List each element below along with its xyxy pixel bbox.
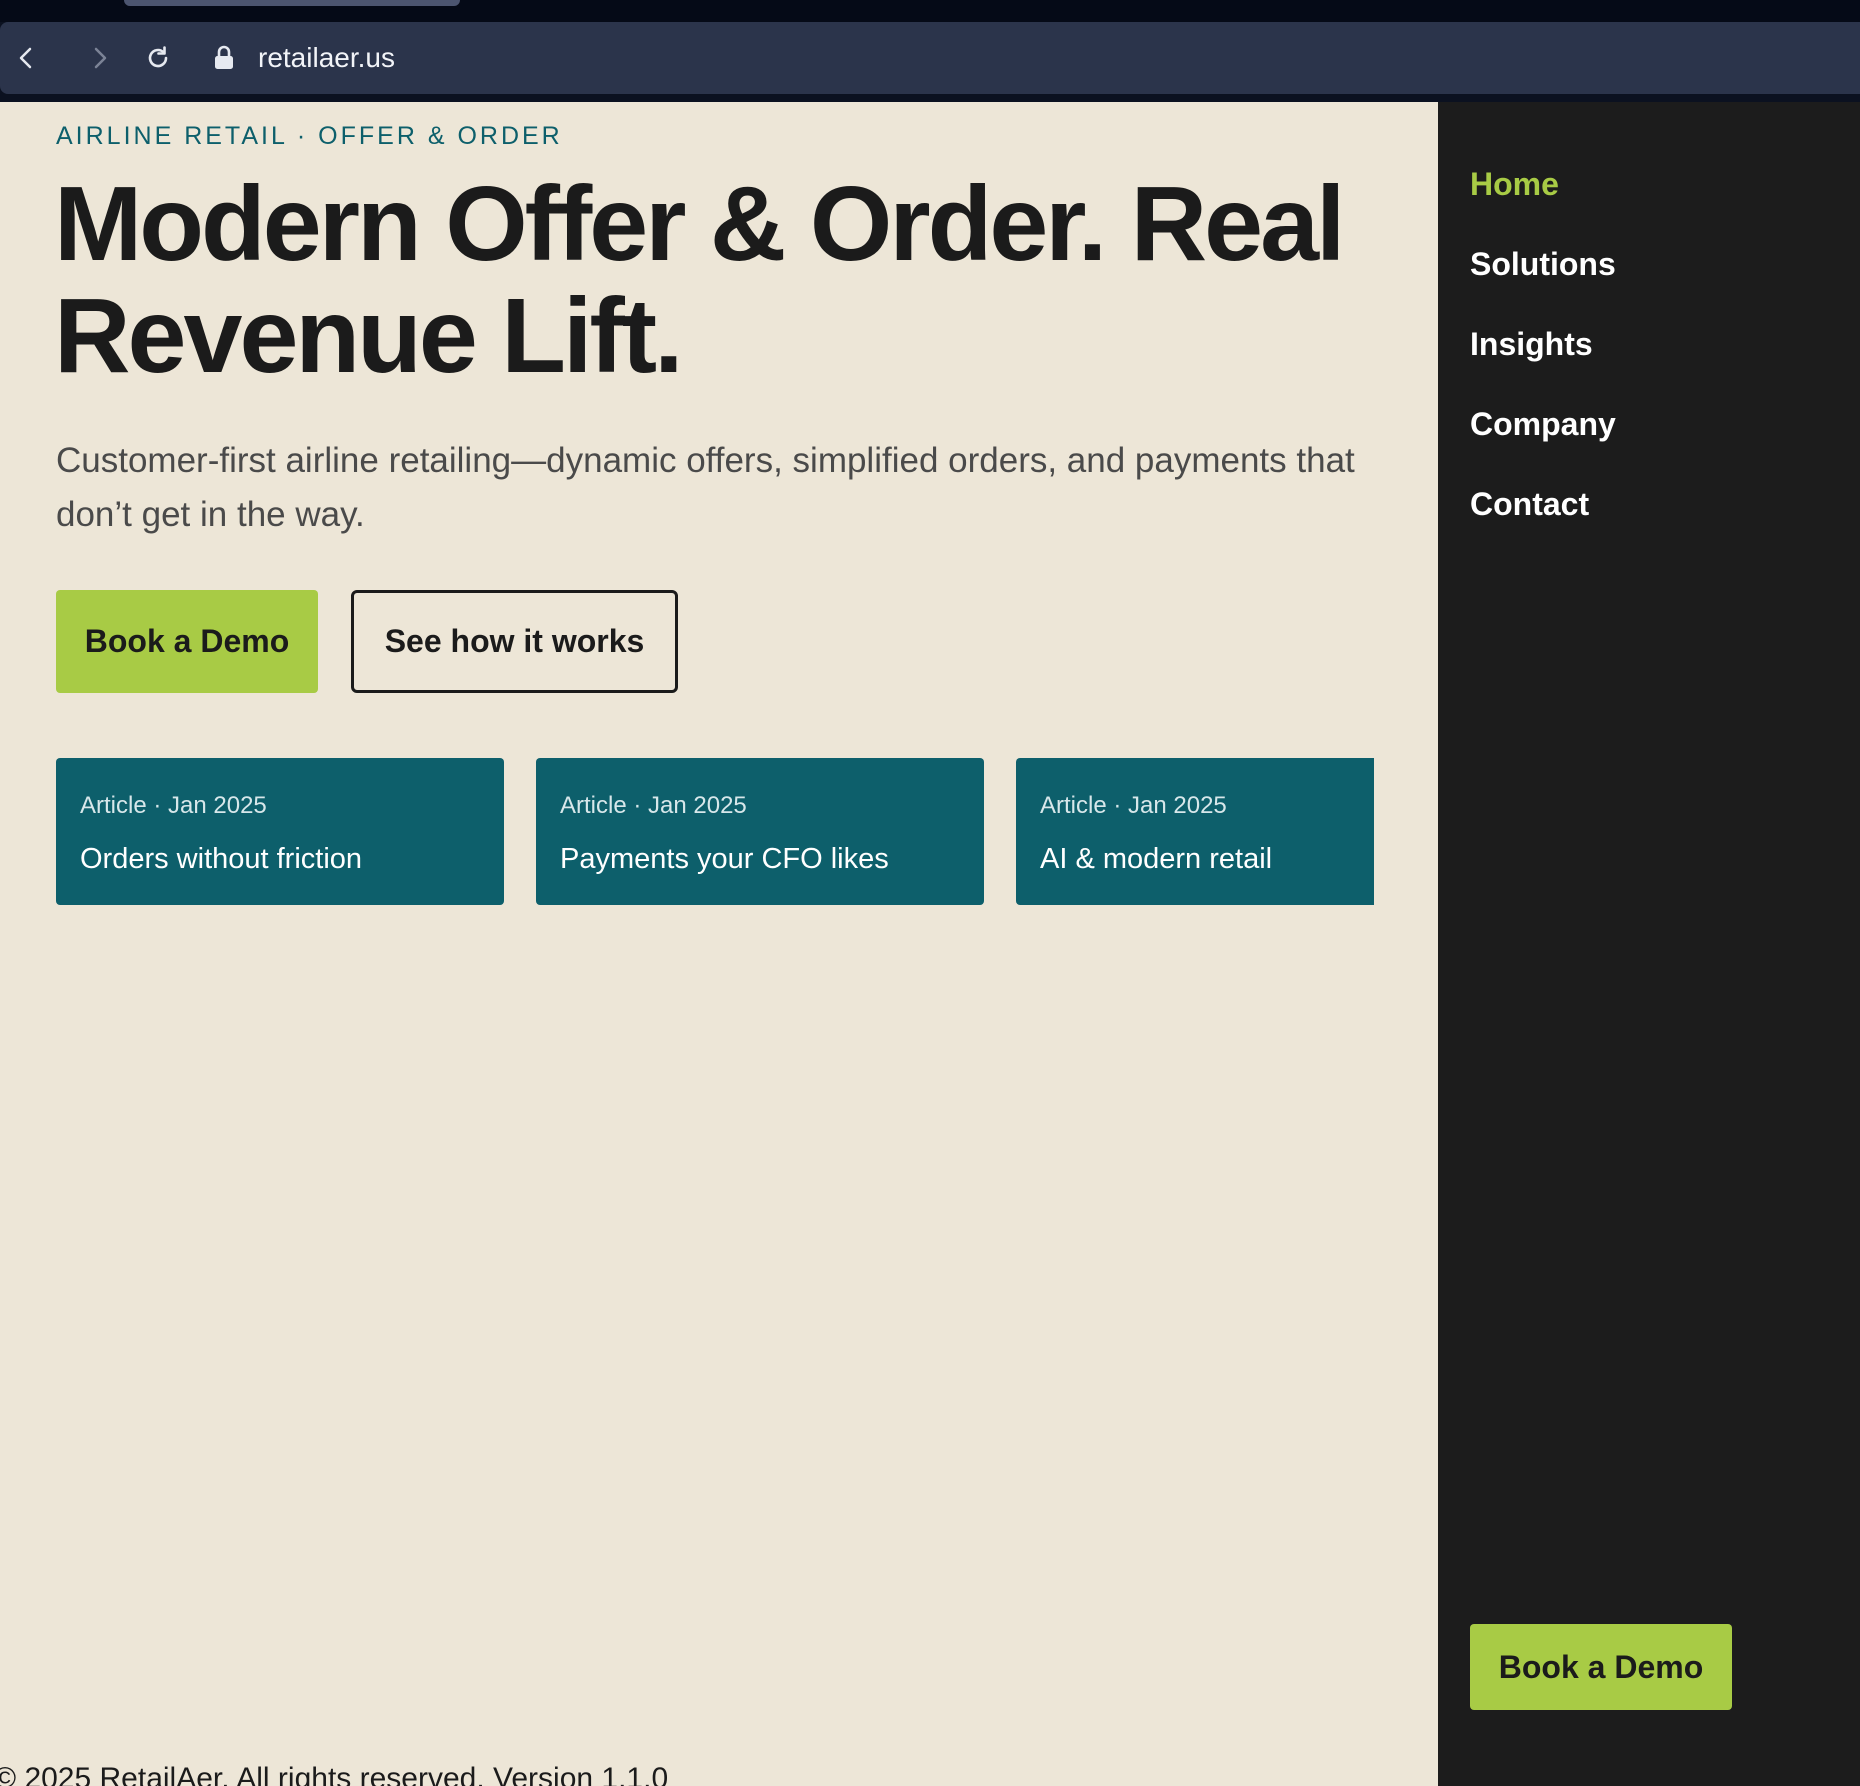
hero-headline: Modern Offer & Order. Real Revenue Lift. bbox=[54, 165, 1346, 395]
sidebar-item-company[interactable]: Company bbox=[1470, 404, 1616, 484]
sidebar-book-demo-button[interactable]: Book a Demo bbox=[1470, 1624, 1732, 1710]
sidebar-item-solutions[interactable]: Solutions bbox=[1470, 244, 1616, 324]
hero-subhead: Customer-first airline retailing—dynamic… bbox=[56, 441, 1355, 534]
sidebar-item-contact[interactable]: Contact bbox=[1470, 484, 1616, 564]
article-meta: Article · Jan 2025 bbox=[1040, 792, 1227, 819]
book-demo-button[interactable]: Book a Demo bbox=[56, 590, 318, 693]
article-card[interactable]: Article · Jan 2025 Orders without fricti… bbox=[56, 758, 504, 905]
sidebar-item-insights[interactable]: Insights bbox=[1470, 324, 1616, 404]
chevron-right-icon[interactable] bbox=[82, 40, 118, 76]
article-meta: Article · Jan 2025 bbox=[80, 792, 267, 819]
reload-icon[interactable] bbox=[140, 40, 176, 76]
sidebar-nav: Home Solutions Insights Company Contact bbox=[1470, 164, 1616, 564]
hero-eyebrow: AIRLINE RETAIL · OFFER & ORDER bbox=[56, 122, 563, 150]
article-title: Payments your CFO likes bbox=[560, 843, 889, 875]
article-card[interactable]: Article · Jan 2025 AI & modern retail bbox=[1016, 758, 1374, 905]
sidebar: Home Solutions Insights Company Contact … bbox=[1438, 102, 1860, 1786]
article-meta: Article · Jan 2025 bbox=[560, 792, 747, 819]
chevron-left-icon[interactable] bbox=[8, 40, 44, 76]
active-tab-indicator[interactable] bbox=[124, 0, 460, 6]
browser-toolbar: retailaer.us bbox=[0, 22, 1860, 94]
address-bar-url[interactable]: retailaer.us bbox=[258, 40, 395, 76]
sidebar-item-home[interactable]: Home bbox=[1470, 164, 1616, 244]
page-viewport: AIRLINE RETAIL · OFFER & ORDER Modern Of… bbox=[0, 102, 1860, 1786]
article-title: Orders without friction bbox=[80, 843, 363, 875]
article-title: AI & modern retail bbox=[1040, 843, 1273, 875]
main-content: AIRLINE RETAIL · OFFER & ORDER Modern Of… bbox=[0, 102, 1438, 1786]
see-how-it-works-button[interactable]: See how it works bbox=[351, 590, 678, 693]
browser-tab-strip bbox=[0, 0, 1860, 22]
footer-copyright: © 2025 RetailAer. All rights reserved. V… bbox=[0, 1762, 669, 1786]
lock-icon bbox=[206, 40, 242, 76]
article-card[interactable]: Article · Jan 2025 Payments your CFO lik… bbox=[536, 758, 984, 905]
